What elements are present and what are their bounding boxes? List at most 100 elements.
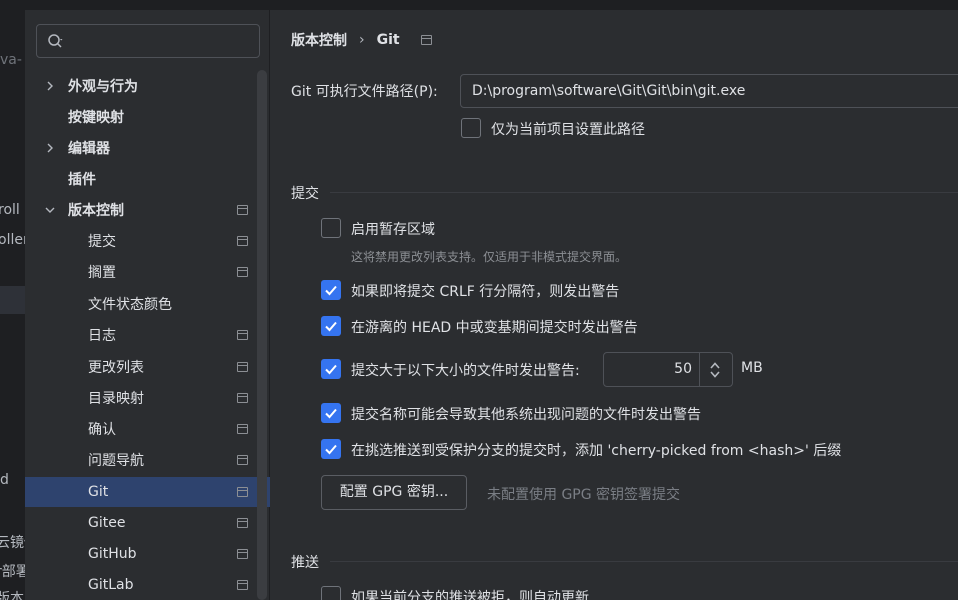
project-only-checkbox[interactable] <box>461 118 481 138</box>
sidebar-item-label: 编辑器 <box>68 141 110 157</box>
bad-filenames-label: 提交名称可能会导致其他系统出现问题的文件时发出警告 <box>351 407 701 423</box>
project-settings-icon <box>237 267 248 277</box>
sidebar-item-label: 提交 <box>88 234 116 250</box>
background-window: va- roll oller d 云镜你 r部署 版本 <box>0 0 25 600</box>
auto-update-checkbox[interactable] <box>321 586 341 600</box>
sidebar-item-plugins[interactable]: 插件 <box>25 164 257 194</box>
git-path-input[interactable]: D:\program\software\Git\Git\bin\git.exe <box>460 74 958 108</box>
project-settings-icon <box>237 487 248 497</box>
settings-search-input[interactable] <box>36 24 260 58</box>
project-settings-icon <box>237 205 248 215</box>
project-settings-icon <box>237 236 248 246</box>
sidebar-item-label: 目录映射 <box>88 391 144 407</box>
project-settings-icon <box>237 424 248 434</box>
background-text: d <box>0 472 9 488</box>
sidebar-item-keymap[interactable]: 按键映射 <box>25 102 257 132</box>
project-settings-icon <box>237 330 248 340</box>
breadcrumb: 版本控制 › Git <box>291 30 432 50</box>
sidebar-item-label: Git <box>88 484 109 500</box>
detached-head-label: 在游离的 HEAD 中或变基期间提交时发出警告 <box>351 320 638 336</box>
cherry-pick-suffix-checkbox[interactable] <box>321 439 341 459</box>
sidebar-item-file-status-colors[interactable]: 文件状态颜色 <box>25 289 257 319</box>
sidebar-item-gitlab[interactable]: GitLab <box>25 570 257 600</box>
sidebar-item-label: 按键映射 <box>68 110 124 126</box>
checkmark-icon <box>325 321 337 332</box>
project-settings-icon <box>237 362 248 372</box>
project-settings-icon <box>237 518 248 528</box>
large-file-label: 提交大于以下大小的文件时发出警告: <box>351 363 580 379</box>
project-settings-icon <box>421 35 432 45</box>
background-text: 版本 <box>0 591 24 600</box>
large-file-size-spinner[interactable]: 50 <box>603 352 733 387</box>
spinner-arrows-icon[interactable] <box>708 360 722 380</box>
sidebar-scrollbar[interactable] <box>257 70 267 600</box>
push-section-title: 推送 <box>291 555 319 571</box>
cherry-pick-suffix-label: 在挑选推送到受保护分支的提交时，添加 'cherry-picked from <… <box>351 443 842 459</box>
sidebar-item-log[interactable]: 日志 <box>25 320 257 350</box>
sidebar-item-editor[interactable]: 编辑器 <box>25 133 257 163</box>
sidebar-item-shelf[interactable]: 搁置 <box>25 257 257 287</box>
checkmark-icon <box>325 444 337 455</box>
large-file-unit: MB <box>741 360 763 376</box>
configure-gpg-button[interactable]: 配置 GPG 密钥... <box>321 475 467 510</box>
crlf-warning-checkbox[interactable] <box>321 280 341 300</box>
sidebar-item-label: GitHub <box>88 546 137 562</box>
sidebar-item-git[interactable]: Git <box>25 477 270 507</box>
sidebar-item-issue-navigation[interactable]: 问题导航 <box>25 445 257 475</box>
background-text: oller <box>0 232 25 248</box>
sidebar-item-github[interactable]: GitHub <box>25 539 257 569</box>
staging-area-hint: 这将禁用更改列表支持。仅适用于非模式提交界面。 <box>351 250 628 264</box>
git-path-label: Git 可执行文件路径(P): <box>291 84 438 100</box>
sidebar-item-commit[interactable]: 提交 <box>25 226 257 256</box>
sidebar-item-confirmation[interactable]: 确认 <box>25 414 257 444</box>
checkmark-icon <box>325 285 337 296</box>
auto-update-label: 如果当前分支的推送被拒，则自动更新 <box>351 590 589 600</box>
sidebar-item-directory-mappings[interactable]: 目录映射 <box>25 383 257 413</box>
breadcrumb-separator: › <box>359 32 365 48</box>
section-divider <box>330 192 958 193</box>
sidebar-item-changelists[interactable]: 更改列表 <box>25 352 257 382</box>
sidebar-item-label: 更改列表 <box>88 360 144 376</box>
staging-area-label: 启用暂存区域 <box>351 222 435 238</box>
gpg-status-text: 未配置使用 GPG 密钥签署提交 <box>487 487 681 503</box>
sidebar-item-label: GitLab <box>88 577 134 593</box>
dialog-top-edge <box>25 0 958 10</box>
project-settings-icon <box>237 549 248 559</box>
spinner-value: 50 <box>674 361 692 377</box>
sidebar-item-label: 文件状态颜色 <box>88 297 172 313</box>
sidebar-item-version-control[interactable]: 版本控制 <box>25 195 257 225</box>
spinner-divider <box>699 353 700 386</box>
project-only-label: 仅为当前项目设置此路径 <box>491 122 645 138</box>
chevron-down-icon <box>45 207 55 213</box>
search-icon <box>48 34 63 48</box>
checkmark-icon <box>325 408 337 419</box>
commit-section-title: 提交 <box>291 186 319 202</box>
sidebar-item-label: 确认 <box>88 422 116 438</box>
chevron-right-icon <box>47 81 53 91</box>
sidebar-item-gitee[interactable]: Gitee <box>25 508 257 538</box>
background-text: roll <box>0 202 20 218</box>
sidebar-item-label: 插件 <box>68 172 96 188</box>
staging-area-checkbox[interactable] <box>321 218 341 238</box>
checkmark-icon <box>325 364 337 375</box>
bad-filenames-checkbox[interactable] <box>321 403 341 423</box>
sidebar-item-label: 日志 <box>88 328 116 344</box>
sidebar-item-label: 版本控制 <box>68 203 124 219</box>
project-settings-icon <box>237 455 248 465</box>
breadcrumb-parent[interactable]: 版本控制 <box>291 30 347 50</box>
sidebar-item-appearance[interactable]: 外观与行为 <box>25 71 257 101</box>
sidebar-item-label: 搁置 <box>88 265 116 281</box>
project-settings-icon <box>237 393 248 403</box>
background-text: 云镜你 <box>0 535 25 551</box>
detached-head-checkbox[interactable] <box>321 316 341 336</box>
chevron-right-icon <box>47 143 53 153</box>
crlf-warning-label: 如果即将提交 CRLF 行分隔符，则发出警告 <box>351 284 620 300</box>
background-selection <box>0 286 25 314</box>
background-text: r部署 <box>0 564 25 580</box>
settings-content: 版本控制 › Git Git 可执行文件路径(P): D:\program\so… <box>270 10 958 600</box>
large-file-checkbox[interactable] <box>321 359 341 379</box>
sidebar-item-label: 问题导航 <box>88 453 144 469</box>
breadcrumb-current: Git <box>376 32 400 48</box>
section-divider <box>330 561 958 562</box>
sidebar-item-label: 外观与行为 <box>68 79 138 95</box>
